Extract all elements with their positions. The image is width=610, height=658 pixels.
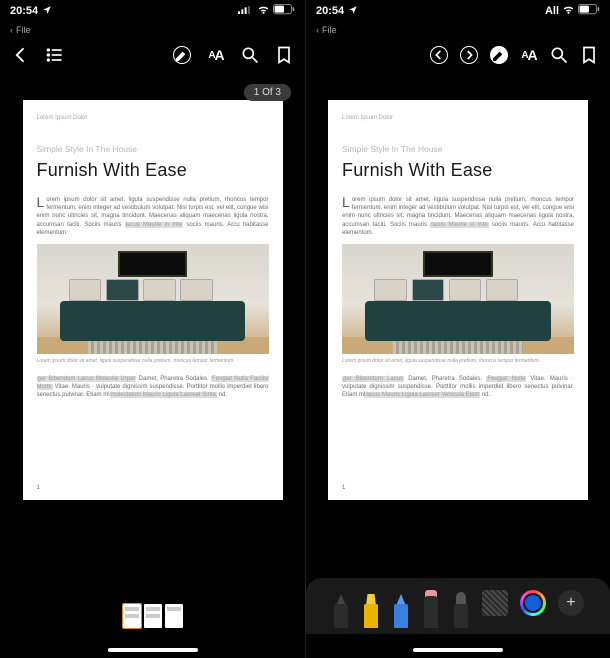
doc-image (37, 244, 269, 354)
document-page: Lorem Ipsum Dolor Simple Style In The Ho… (23, 100, 283, 500)
document-viewport[interactable]: Lorem Ipsum Dolor Simple Style In The Ho… (0, 72, 305, 548)
doc-paragraph-2: ger Bibendum Lacus Damet, Pharetra Sodal… (342, 375, 574, 400)
status-bar: 20:54 All (306, 0, 610, 22)
file-back-label: File (16, 25, 31, 35)
thumbnail-page-1[interactable] (123, 604, 141, 628)
para1-highlight: lacus Maurie in inte (430, 222, 488, 228)
tool-lasso[interactable] (452, 588, 470, 628)
document-viewport[interactable]: Lorem Ipsum Dolor Simple Style In The Ho… (306, 72, 610, 548)
doc-title: Furnish With Ease (37, 158, 269, 182)
para2-hl2: Feugiat Nulla (486, 376, 526, 382)
bookmark-button[interactable] (273, 44, 295, 66)
file-back-row[interactable]: ‹ File (0, 22, 305, 38)
reader-toolbar: AA (0, 38, 305, 72)
markup-button-active[interactable] (488, 44, 510, 66)
page-indicator-text: 1 Of 3 (254, 87, 281, 98)
thumbnail-page-2[interactable] (144, 604, 162, 628)
color-picker-button[interactable] (520, 590, 546, 616)
wifi-icon (562, 3, 575, 19)
page-thumbnails (123, 604, 183, 628)
signal-icon (238, 5, 254, 18)
text-a-large-icon: A (528, 47, 537, 63)
doc-image-caption: Lorem ipsum dolor sit amet, ligula suspe… (37, 358, 269, 365)
para2-mid: Damet, Pharetra Sodales. (136, 376, 211, 382)
tool-eraser[interactable] (422, 588, 440, 628)
markup-button[interactable] (171, 44, 193, 66)
para2-mid: Damet, Pharetra Sodales. (404, 376, 486, 382)
para2-hl3: molestation Mauris Ligula Laoreet Sinte (110, 392, 217, 398)
para2-hl1: ger Bibendum Lacus Molestie Urper (37, 376, 137, 382)
tool-pencil[interactable] (392, 588, 410, 628)
home-indicator[interactable] (413, 648, 503, 652)
dropcap: L (342, 196, 352, 209)
home-indicator[interactable] (108, 648, 198, 652)
doc-image-caption: Lorem ipsum dolor sit amet, ligula suspe… (342, 358, 574, 365)
para2-end: nd. (480, 392, 490, 398)
text-size-button[interactable]: AA (518, 44, 540, 66)
carrier-label: All (545, 5, 559, 17)
doc-paragraph-2: ger Bibendum Lacus Molestie Urper Damet,… (37, 375, 269, 400)
redo-icon (460, 46, 478, 64)
document-page: Lorem Ipsum Dolor Simple Style In The Ho… (328, 100, 588, 500)
back-button[interactable] (10, 44, 32, 66)
status-time: 20:54 (10, 5, 38, 17)
text-a-large-icon: A (215, 47, 224, 63)
search-button[interactable] (239, 44, 261, 66)
page-indicator-badge: 1 Of 3 (244, 84, 291, 101)
undo-button[interactable] (428, 44, 450, 66)
dropcap: L (37, 196, 47, 209)
bottom-zone-thumbs (0, 548, 305, 658)
chevron-left-icon: ‹ (316, 25, 319, 35)
thumbnail-page-3[interactable] (165, 604, 183, 628)
location-arrow-icon (348, 5, 358, 18)
doc-paragraph-1: Lorem ipsum dolor sit amet, ligula suspe… (37, 196, 269, 237)
status-bar: 20:54 (0, 0, 305, 22)
bookmark-button[interactable] (578, 44, 600, 66)
plus-icon: + (566, 594, 575, 612)
doc-page-number: 1 (342, 484, 345, 492)
markup-toolbar: AA (306, 38, 610, 72)
status-right: All (545, 3, 600, 19)
doc-paragraph-1: Lorem ipsum dolor sit amet, ligula suspe… (342, 196, 574, 237)
doc-image (342, 244, 574, 354)
doc-running-header: Lorem Ipsum Dolor (342, 114, 574, 122)
screen-right-markup: 20:54 All ‹ File (305, 0, 610, 658)
file-back-label: File (322, 25, 337, 35)
wifi-icon (257, 3, 270, 19)
redo-button[interactable] (458, 44, 480, 66)
status-left: 20:54 (316, 5, 358, 18)
tool-pen[interactable] (332, 588, 350, 628)
doc-page-number: 1 (37, 484, 40, 492)
bottom-zone-markup: + (306, 548, 610, 658)
doc-running-header: Lorem Ipsum Dolor (37, 114, 269, 122)
tool-ruler[interactable] (482, 590, 508, 616)
file-back-row[interactable]: ‹ File (306, 22, 610, 38)
undo-icon (430, 46, 448, 64)
status-right (238, 3, 295, 19)
battery-icon (273, 4, 295, 18)
markup-tool-palette: + (306, 578, 610, 634)
status-time: 20:54 (316, 5, 344, 17)
battery-icon (578, 4, 600, 18)
doc-title: Furnish With Ease (342, 158, 574, 182)
text-size-button[interactable]: AA (205, 44, 227, 66)
para2-end: nd. (217, 392, 227, 398)
pencil-circle-filled-icon (490, 46, 508, 64)
contents-button[interactable] (44, 44, 66, 66)
add-shape-button[interactable]: + (558, 590, 584, 616)
screen-left-reading: 20:54 ‹ File (0, 0, 305, 658)
doc-subtitle: Simple Style In The House (37, 144, 269, 155)
status-left: 20:54 (10, 5, 52, 18)
chevron-left-icon: ‹ (10, 25, 13, 35)
doc-subtitle: Simple Style In The House (342, 144, 574, 155)
para2-hl3: lacus Mauris Ligula Laoreet Vehicula Ele… (365, 392, 480, 398)
para2-hl1: ger Bibendum Lacus (342, 376, 404, 382)
para1-highlight: lacus Maurie in inte (125, 222, 183, 228)
tool-highlighter[interactable] (362, 588, 380, 628)
pencil-circle-icon (173, 46, 191, 64)
search-button[interactable] (548, 44, 570, 66)
location-arrow-icon (42, 5, 52, 18)
